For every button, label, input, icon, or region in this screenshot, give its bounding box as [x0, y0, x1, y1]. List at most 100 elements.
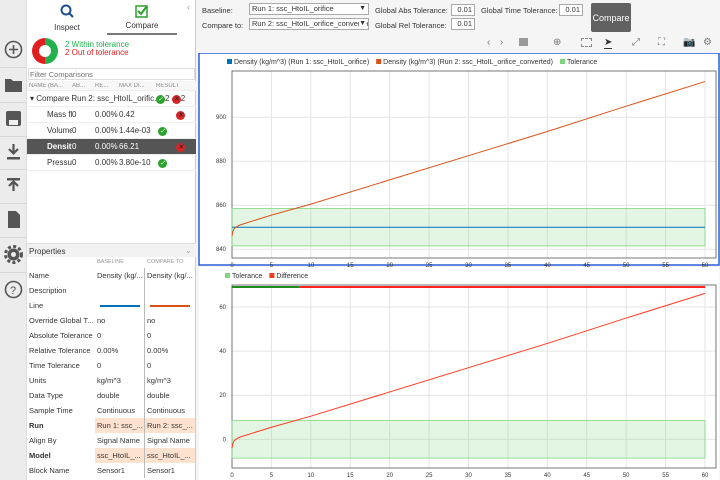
properties-header[interactable]: Properties ⌄	[27, 243, 196, 257]
time-tolerance-input[interactable]: 0.01	[559, 4, 583, 16]
properties-title: Properties	[29, 247, 66, 256]
table-row[interactable]: Volumet0 0.00%1.44e-03 ✓	[27, 123, 196, 139]
collapse-icon[interactable]: ‹	[187, 2, 190, 12]
max-diff: 66.21	[119, 142, 140, 151]
baseline-value: ssc_HtoIL_...	[95, 448, 145, 463]
pass-icon: ✓	[158, 158, 167, 168]
legend-swatch	[227, 59, 232, 64]
x-tick-label: 25	[426, 473, 433, 479]
baseline-value: 0	[95, 358, 145, 373]
abs-tol: 0	[72, 110, 77, 119]
divider	[0, 136, 27, 137]
time-tolerance-label: Global Time Tolerance:	[481, 6, 558, 15]
rel-tol: 0.00%	[95, 158, 118, 167]
baseline-value: double	[95, 388, 145, 403]
legend-entry[interactable]: Tolerance	[567, 59, 597, 66]
filter-comparisons-input[interactable]	[28, 68, 195, 80]
document-icon[interactable]	[4, 210, 23, 229]
upload-icon[interactable]	[4, 176, 23, 195]
chevron-down-icon[interactable]: ⌄	[185, 246, 192, 255]
legend-entry[interactable]: Density (kg/m^3) (Run 1: ssc_HtoIL_orifi…	[234, 59, 369, 66]
comparison-group-row[interactable]: ▾ Compare Run 2: ssc_HtoIL_orific... ✓ 2 …	[27, 91, 196, 107]
compare-to-value: Run 2: ssc_HtoIL_orifice_converted	[252, 19, 369, 28]
gear-icon[interactable]	[4, 245, 23, 264]
compare-button[interactable]: Compare	[591, 3, 631, 32]
property-name: Units	[29, 376, 47, 385]
compare-value: 0.00%	[147, 346, 169, 355]
compare-value: 0	[147, 331, 152, 340]
property-name: Relative Tolerance	[29, 346, 91, 355]
baseline-value	[95, 283, 145, 298]
baseline-line-swatch[interactable]	[95, 298, 145, 313]
gear-icon[interactable]: ⚙	[703, 37, 712, 48]
baseline-value: Continuous	[95, 403, 145, 418]
table-row[interactable]: Pressur 0 0.00% 3.80e-10 ✓	[27, 155, 196, 171]
rel-tolerance-input[interactable]: 0.01	[451, 18, 475, 30]
legend-entry[interactable]: Tolerance	[232, 273, 262, 280]
tab-inspect[interactable]: Inspect	[32, 0, 102, 35]
svg-text:?: ?	[10, 285, 16, 297]
property-name: Line	[29, 301, 44, 310]
layout-icon[interactable]	[519, 38, 528, 46]
legend-entry[interactable]: Difference	[276, 273, 308, 280]
camera-icon[interactable]: 📷	[683, 37, 695, 48]
column-header[interactable]: NAME (BA...	[27, 83, 72, 89]
folder-icon[interactable]	[4, 75, 23, 94]
tolerance-donut	[32, 38, 58, 64]
x-tick-label: 55	[662, 263, 669, 269]
table-row[interactable]: Mass flo0 0.00%0.42 ✕	[27, 107, 196, 123]
property-row: Run Run 1: ssc_... Run 2: ssc_...	[27, 418, 196, 433]
legend-entry[interactable]: Density (kg/m^3) (Run 2: ssc_HtoIL_orifi…	[383, 59, 553, 66]
dropdown-arrow-icon: ▼	[359, 19, 366, 29]
compare-to-dropdown[interactable]: Run 2: ssc_HtoIL_orifice_converted ▼	[249, 18, 369, 30]
column-header[interactable]: AB...	[72, 83, 95, 89]
abs-tolerance-input[interactable]: 0.01	[451, 4, 475, 16]
column-header[interactable]: RE...	[95, 83, 119, 89]
group-label: Compare Run 2: ssc_HtoIL_orific...	[36, 94, 156, 103]
property-name: Run	[29, 421, 44, 430]
property-row: Absolute Tolerance 0 0	[27, 328, 196, 343]
pass-status-bar	[232, 286, 300, 288]
divider	[0, 67, 27, 68]
column-header[interactable]: RESULT	[156, 83, 196, 89]
x-tick-label: 60	[702, 473, 709, 479]
plus-circle-icon[interactable]	[4, 40, 23, 59]
column-header[interactable]: MAX DI...	[119, 83, 156, 89]
property-row: Line	[27, 298, 196, 313]
comparison-panel: Inspect Compare ‹ 2 Within tolerance 2 O…	[27, 0, 196, 480]
x-tick-label: 50	[623, 473, 630, 479]
compare-value: Signal Name	[147, 436, 190, 445]
property-name: Block Name	[29, 466, 70, 475]
property-row: Time Tolerance 0 0	[27, 358, 196, 373]
property-row: Model ssc_HtoIL_... ssc_HtoIL_...	[27, 448, 196, 463]
x-tick-label: 15	[347, 473, 354, 479]
compare-value: kg/m^3	[147, 376, 171, 385]
fail-count: 2	[180, 93, 186, 103]
x-tick-label: 30	[465, 263, 472, 269]
tab-compare[interactable]: Compare	[107, 0, 177, 35]
expand-icon[interactable]: ⤢	[632, 37, 640, 48]
property-name: Align By	[29, 436, 57, 445]
fit-to-view-icon[interactable]	[581, 38, 592, 47]
pass-count: 2	[165, 93, 170, 103]
download-icon[interactable]	[4, 142, 23, 161]
property-row: Block Name Sensor1 Sensor1	[27, 463, 196, 478]
table-row[interactable]: Density0 0.00%66.21 ✕	[27, 139, 196, 155]
property-name: Description	[29, 286, 67, 295]
pass-icon: ✓	[156, 94, 165, 104]
signal-name: Mass flo	[47, 110, 72, 119]
property-row: Relative Tolerance 0.00% 0.00%	[27, 343, 196, 358]
property-name: Absolute Tolerance	[29, 331, 93, 340]
save-icon[interactable]	[4, 109, 23, 128]
baseline-dropdown[interactable]: Run 1: ssc_HtoIL_orifice ▼	[249, 3, 369, 15]
cursor-icon[interactable]: ➤	[604, 37, 613, 49]
divider	[0, 272, 27, 273]
compare-line-swatch[interactable]	[145, 298, 195, 313]
zoom-in-icon[interactable]: ⊕	[553, 37, 561, 48]
forward-icon[interactable]: ›	[500, 37, 503, 48]
rel-tol: 0.00%	[95, 126, 118, 135]
property-name: Override Global T...	[29, 316, 94, 325]
fullscreen-icon[interactable]: ⛶	[658, 37, 665, 48]
help-icon[interactable]: ?	[4, 280, 23, 299]
back-icon[interactable]: ‹	[487, 37, 490, 48]
